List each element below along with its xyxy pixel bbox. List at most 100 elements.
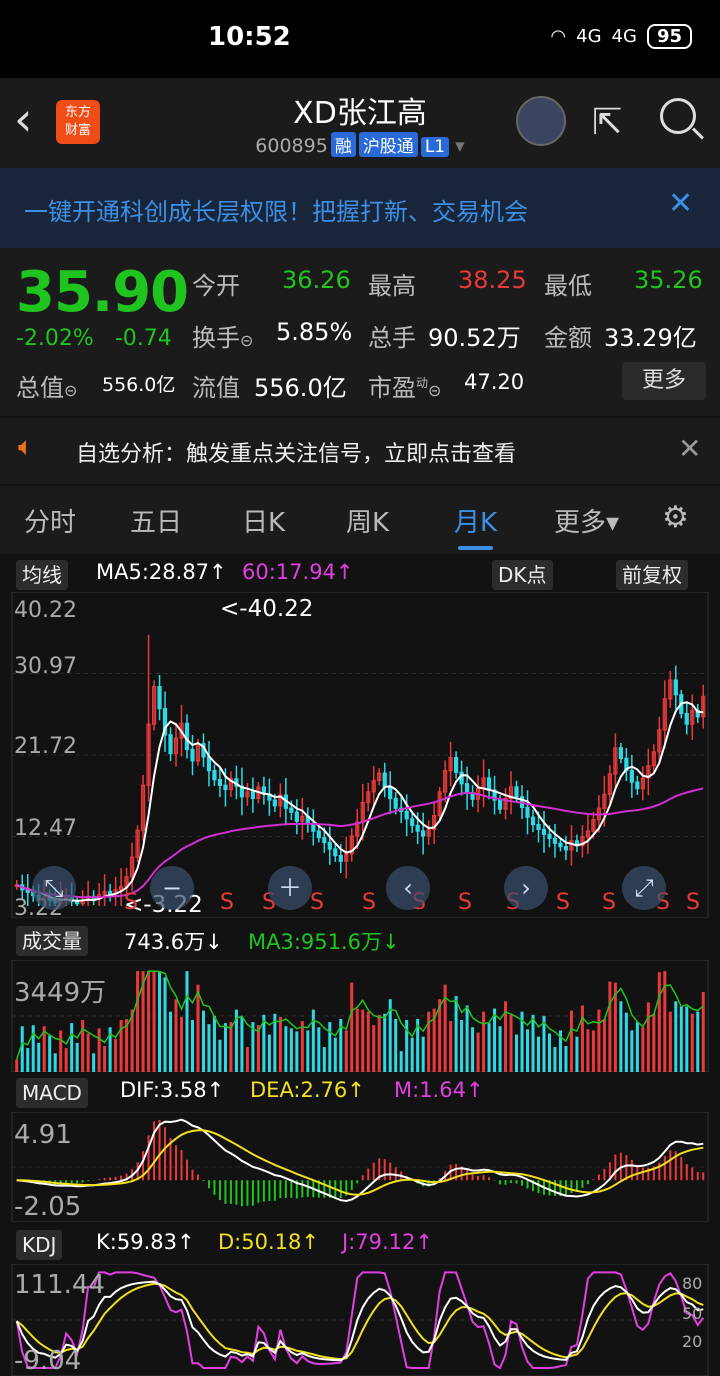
- pe-value: 47.20: [464, 370, 525, 394]
- status-bar: 10:52 ◠ 4G 4G 95: [0, 0, 720, 78]
- candle-body: [541, 828, 547, 835]
- volume-plot[interactable]: [0, 960, 720, 1072]
- volume-bar: [460, 1020, 464, 1072]
- volume-bar: [278, 1016, 282, 1072]
- last-price: 35.90: [16, 260, 189, 325]
- more-button[interactable]: 更多: [622, 362, 706, 400]
- volume-bar: [482, 1011, 486, 1072]
- volume-bar: [317, 1027, 321, 1072]
- volume-bar: [679, 1006, 683, 1072]
- stock-code: 600895: [255, 135, 328, 157]
- dk-button[interactable]: DK点: [492, 560, 553, 590]
- candle-body: [382, 772, 387, 788]
- volume-bar: [26, 1048, 30, 1072]
- volume-bar: [53, 1053, 57, 1072]
- candle-body: [393, 797, 398, 809]
- zoom-in-icon[interactable]: −: [150, 866, 194, 910]
- candle-body: [563, 845, 569, 851]
- macd-dea: DEA:2.76↑: [250, 1078, 365, 1102]
- gear-icon[interactable]: ⚙: [662, 500, 689, 535]
- signal-4g-icon: 4G: [576, 26, 602, 47]
- tab-daily-k[interactable]: 日K: [242, 502, 285, 539]
- volume-bar: [410, 1037, 414, 1072]
- volume-bar: [322, 1047, 326, 1072]
- adjust-button[interactable]: 前复权: [616, 560, 688, 590]
- candle-body: [212, 770, 217, 781]
- zoom-out-icon[interactable]: ⤡: [32, 866, 76, 910]
- kdj-right-tick-0: 80: [682, 1274, 703, 1293]
- price-legend: 均线 MA5:28.87↑ 60:17.94↑ DK点 前复权: [0, 558, 720, 592]
- tab-more[interactable]: 更多▾: [554, 502, 619, 539]
- kline-chart[interactable]: 均线 MA5:28.87↑ 60:17.94↑ DK点 前复权 40.22 30…: [0, 556, 720, 1376]
- promo-banner[interactable]: 一键开通科创成长层权限！把握打新、交易机会 ✕: [0, 168, 720, 248]
- signal-label-3: S: [310, 890, 324, 915]
- volume-bar: [465, 1005, 469, 1072]
- ma-selector[interactable]: 均线: [16, 560, 68, 590]
- period-tabs: 分时 五日 日K 周K 月K 更多▾ ⚙: [0, 486, 720, 554]
- price-y-tick-3: 12.47: [14, 816, 77, 841]
- pe-label: 市盈动⊝: [368, 374, 442, 402]
- volume-selector[interactable]: 成交量: [16, 926, 88, 956]
- analysis-notice[interactable]: 🔈︎ 自选分析：触发重点关注信号，立即点击查看 ✕: [0, 416, 720, 484]
- volume-bar: [525, 1029, 530, 1072]
- volume-bar: [547, 1033, 551, 1072]
- volume-bar: [344, 1030, 348, 1072]
- volume-legend: 成交量 743.6万↓ MA3:951.6万↓: [0, 924, 720, 958]
- kdj-plot[interactable]: [0, 1264, 720, 1376]
- volume-bar: [685, 1006, 689, 1072]
- price-plot[interactable]: [0, 592, 720, 918]
- volume-bar: [114, 1038, 118, 1072]
- candle-body: [316, 830, 321, 839]
- price-change: -2.02% -0.74: [16, 326, 172, 351]
- macd-legend: MACD DIF:3.58↑ DEA:2.76↑ M:1.64↑: [0, 1076, 720, 1110]
- macd-plot[interactable]: [0, 1112, 720, 1222]
- tab-monthly-k[interactable]: 月K: [454, 502, 497, 550]
- status-time: 10:52: [208, 22, 291, 52]
- volume-bar: [366, 1011, 370, 1072]
- macd-m: M:1.64↑: [394, 1078, 484, 1102]
- volume-bar: [624, 1012, 628, 1072]
- volume-bar: [48, 1035, 52, 1072]
- tab-intraday[interactable]: 分时: [24, 502, 76, 539]
- volume-bar: [284, 1026, 288, 1072]
- volume-bar: [575, 1036, 579, 1072]
- volume-bar: [383, 1013, 387, 1072]
- expand-icon[interactable]: ⤢: [622, 866, 666, 910]
- turnover-label: 换手⊝: [192, 324, 254, 352]
- volume-bar: [493, 1008, 497, 1072]
- candle-body: [486, 777, 492, 791]
- search-icon[interactable]: [660, 98, 696, 134]
- signal-label-1: S: [220, 890, 234, 915]
- macd-selector[interactable]: MACD: [16, 1078, 88, 1108]
- candle-body: [289, 807, 294, 813]
- close-icon[interactable]: ✕: [668, 186, 693, 221]
- volume-bar: [306, 1030, 310, 1072]
- candle-body: [421, 830, 426, 837]
- chevron-right-icon[interactable]: ›: [504, 866, 548, 910]
- assistant-robot-icon[interactable]: [516, 96, 566, 146]
- volume-bar: [471, 1027, 475, 1072]
- open-label: 今开: [192, 272, 240, 300]
- plus-icon[interactable]: ＋: [268, 866, 312, 910]
- change-percent: -2.02%: [16, 326, 94, 351]
- candle-body: [684, 712, 689, 725]
- volume-bar: [580, 1005, 584, 1072]
- float-cap-value: 556.0亿: [254, 374, 347, 402]
- signal-label-4: S: [362, 890, 376, 915]
- wifi-icon: ◠: [550, 26, 567, 47]
- tab-weekly-k[interactable]: 周K: [346, 502, 389, 539]
- volume-bar: [498, 1026, 502, 1072]
- close-icon[interactable]: ✕: [678, 432, 701, 465]
- tab-five-day[interactable]: 五日: [130, 502, 182, 539]
- high-value: 38.25: [458, 266, 527, 294]
- candle-body: [464, 783, 470, 794]
- kdj-k-line: [15, 1280, 704, 1362]
- volume-bar: [449, 1021, 453, 1072]
- volume-bar: [147, 971, 151, 1072]
- volume-bar: [212, 1015, 216, 1072]
- kdj-selector[interactable]: KDJ: [16, 1230, 63, 1260]
- volume-bar: [536, 1036, 541, 1072]
- candle-body: [184, 722, 190, 751]
- chevron-left-icon[interactable]: ‹: [386, 866, 430, 910]
- share-icon[interactable]: ⇱: [592, 102, 622, 143]
